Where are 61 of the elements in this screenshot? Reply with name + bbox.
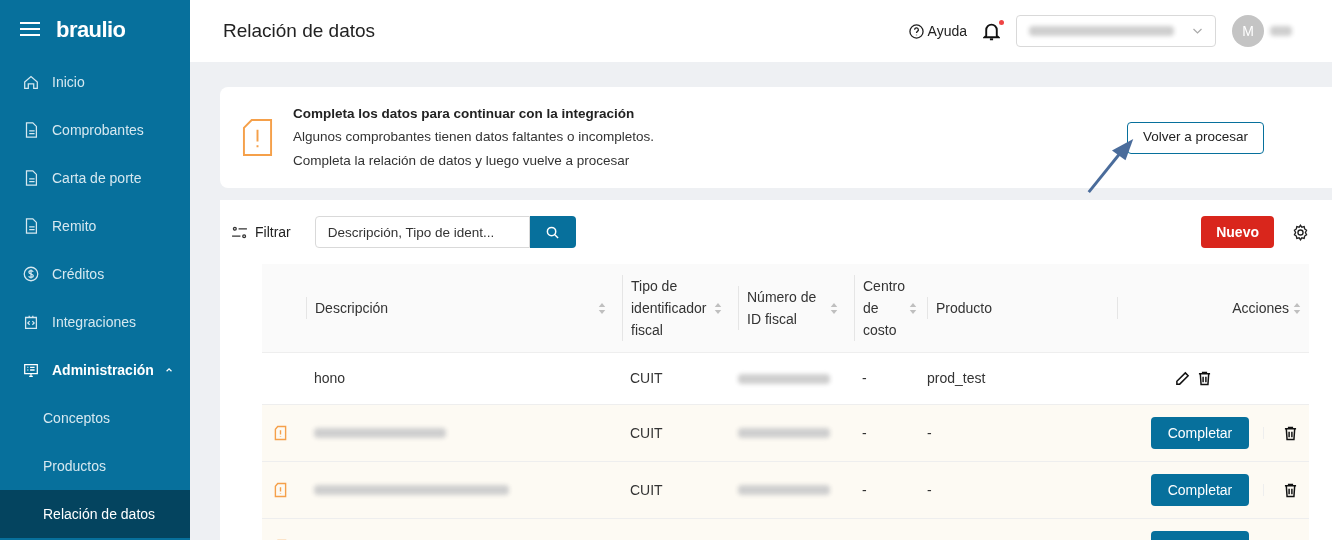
search-input[interactable]: Descripción, Tipo de ident... (314, 216, 530, 248)
trash-icon[interactable] (1198, 371, 1211, 386)
column-header: Tipo de identificador fiscal (631, 277, 708, 340)
trash-icon[interactable] (1284, 482, 1297, 498)
help-icon (908, 23, 924, 39)
help-link[interactable]: Ayuda (908, 20, 967, 42)
sidebar-item[interactable]: Integraciones (0, 298, 190, 346)
redacted-value (1270, 26, 1292, 36)
sidebar-item[interactable]: Inicio (0, 58, 190, 106)
sidebar-item[interactable]: Créditos (0, 250, 190, 298)
page-title: Relación de datos (223, 18, 376, 43)
banner-text: Algunos comprobantes tienen datos faltantes o incompletos. (293, 128, 654, 147)
table-cell: - (862, 481, 867, 498)
search-icon (546, 225, 560, 239)
chevron-down-icon (1192, 28, 1203, 34)
sliders-icon (232, 225, 247, 239)
sidebar-subitem[interactable]: Productos (0, 442, 190, 490)
banner-text: Completa la relación de datos y luego vuelve a procesar (293, 151, 631, 170)
sidebar-item[interactable]: Remito (0, 202, 190, 250)
menu-icon[interactable] (20, 22, 40, 36)
new-button[interactable]: Nuevo (1201, 216, 1274, 248)
column-header: Número de ID fiscal (747, 288, 818, 329)
table-cell: CUIT (630, 424, 663, 441)
column-header: Descripción (315, 299, 389, 318)
sidebar-item[interactable]: Carta de porte (0, 154, 190, 202)
complete-button[interactable]: Completar (1151, 417, 1249, 449)
dollar-icon (22, 265, 40, 283)
warning-icon (273, 482, 287, 498)
table-cell: CUIT (630, 370, 663, 386)
search-field[interactable]: Descripción, Tipo de ident... (314, 216, 576, 248)
search-button[interactable] (529, 216, 576, 248)
table-cell: - (862, 370, 867, 386)
reprocess-button[interactable]: Volver a procesar (1126, 121, 1264, 154)
sidebar-subitem[interactable]: Conceptos (0, 394, 190, 442)
filter-button[interactable]: Filtrar (232, 221, 291, 243)
table-cell: prod_test (927, 370, 986, 386)
settings-icon[interactable] (1292, 223, 1309, 241)
warning-icon (273, 425, 287, 441)
trash-icon[interactable] (1284, 425, 1297, 441)
table-cell: - (862, 424, 867, 441)
warning-icon (242, 118, 273, 157)
complete-button[interactable]: Completar (1151, 474, 1249, 506)
column-header: Producto (936, 299, 993, 318)
brand-logo: braulio (56, 15, 126, 44)
table-cell: - (927, 481, 932, 498)
pencil-icon[interactable] (1175, 371, 1190, 386)
code-icon (22, 313, 40, 331)
sidebar-item[interactable]: Administración (0, 346, 190, 394)
monitor-icon (22, 361, 40, 379)
home-icon (22, 73, 40, 91)
bell-icon[interactable] (983, 21, 1000, 41)
chevron-icon[interactable] (165, 367, 172, 373)
column-header: Centro de costo (863, 277, 906, 340)
table-cell: hono (314, 370, 346, 386)
table-cell: - (927, 424, 932, 441)
banner-title: Completa los datos para continuar con la integración (293, 105, 636, 124)
column-header: Acciones (1232, 299, 1289, 318)
pointer-arrow (1086, 137, 1136, 195)
sidebar-subitem[interactable]: Relación de datos (0, 490, 190, 538)
sidebar-item[interactable]: Comprobantes (0, 106, 190, 154)
table-cell: CUIT (630, 481, 663, 498)
